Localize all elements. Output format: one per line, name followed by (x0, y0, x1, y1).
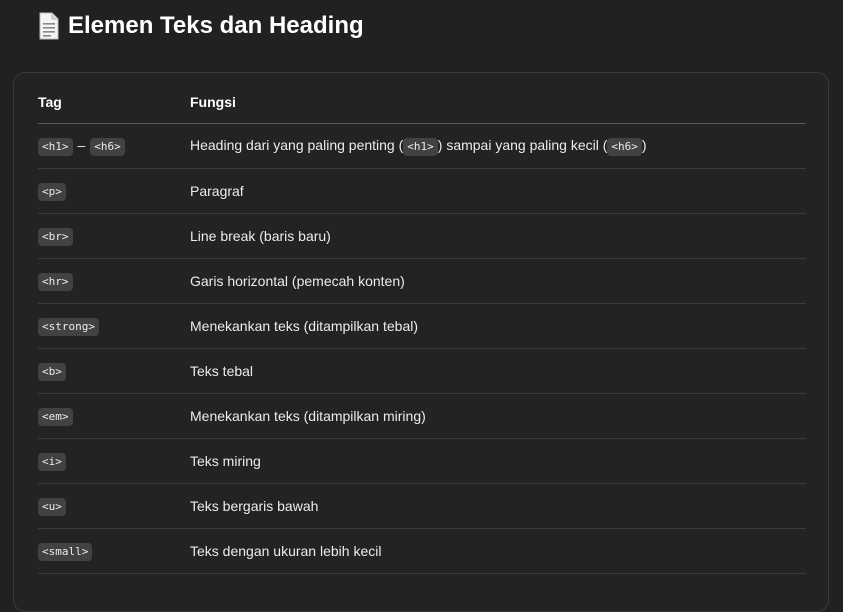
tag-cell: <em> (38, 393, 190, 439)
tag-cell: <i> (38, 438, 190, 484)
tag-cell: <hr> (38, 258, 190, 304)
desc-text: ) sampai yang paling kecil ( (437, 136, 608, 153)
table-row: <i> Teks miring (38, 438, 806, 484)
table-row: <hr> Garis horizontal (pemecah konten) (38, 258, 806, 304)
tag-code: <br> (38, 227, 73, 246)
table-row: <em> Menekankan teks (ditampilkan miring… (38, 393, 806, 439)
tag-code: <i> (38, 452, 66, 471)
tag-code: <h6> (90, 137, 125, 156)
table-row: <b> Teks tebal (38, 348, 806, 394)
desc-cell: Teks miring (190, 438, 806, 484)
tag-code: <em> (38, 407, 73, 426)
tag-cell: <p> (38, 168, 190, 214)
header-fungsi: Fungsi (190, 81, 806, 124)
tag-code: <small> (38, 542, 93, 561)
tag-code: <h1> (38, 137, 73, 156)
inline-code: <h1> (403, 137, 438, 156)
desc-cell: Menekankan teks (ditampilkan miring) (190, 393, 806, 439)
table-row: <small> Teks dengan ukuran lebih kecil (38, 528, 806, 574)
desc-cell: Heading dari yang paling penting (<h1>) … (190, 123, 806, 169)
document-icon (39, 12, 59, 40)
tag-code: <b> (38, 362, 66, 381)
inline-code: <h6> (607, 137, 642, 156)
desc-cell: Teks dengan ukuran lebih kecil (190, 528, 806, 574)
tag-cell: <br> (38, 213, 190, 259)
table-header-row: Tag Fungsi (38, 81, 806, 124)
table-row: <br> Line break (baris baru) (38, 213, 806, 259)
desc-text: Heading dari yang paling penting ( (190, 136, 404, 153)
tags-table: Tag Fungsi <h1> – <h6> Heading dari yang p… (38, 81, 806, 574)
desc-cell: Teks bergaris bawah (190, 483, 806, 529)
table-row: <h1> – <h6> Heading dari yang paling penti… (38, 123, 806, 169)
desc-cell: Garis horizontal (pemecah konten) (190, 258, 806, 304)
tag-code: <u> (38, 497, 66, 516)
table-row: <strong> Menekankan teks (ditampilkan te… (38, 303, 806, 349)
tag-cell: <strong> (38, 303, 190, 349)
header-tag: Tag (38, 81, 190, 124)
tag-cell: <small> (38, 528, 190, 574)
tag-cell: <h1> – <h6> (38, 123, 190, 169)
tag-code: <p> (38, 182, 66, 201)
desc-cell: Line break (baris baru) (190, 213, 806, 259)
desc-text: ) (641, 136, 647, 153)
page-title-text: Elemen Teks dan Heading (68, 12, 364, 39)
table-container: Tag Fungsi <h1> – <h6> Heading dari yang p… (13, 72, 829, 612)
tag-code: <strong> (38, 317, 99, 336)
table-row: <u> Teks bergaris bawah (38, 483, 806, 529)
table-row: <p> Paragraf (38, 168, 806, 214)
tag-code: <hr> (38, 272, 73, 291)
page-title: Elemen Teks dan Heading (38, 10, 364, 42)
tag-separator: – (77, 136, 86, 153)
desc-cell: Paragraf (190, 168, 806, 214)
tag-cell: <u> (38, 483, 190, 529)
desc-cell: Teks tebal (190, 348, 806, 394)
tag-cell: <b> (38, 348, 190, 394)
desc-cell: Menekankan teks (ditampilkan tebal) (190, 303, 806, 349)
